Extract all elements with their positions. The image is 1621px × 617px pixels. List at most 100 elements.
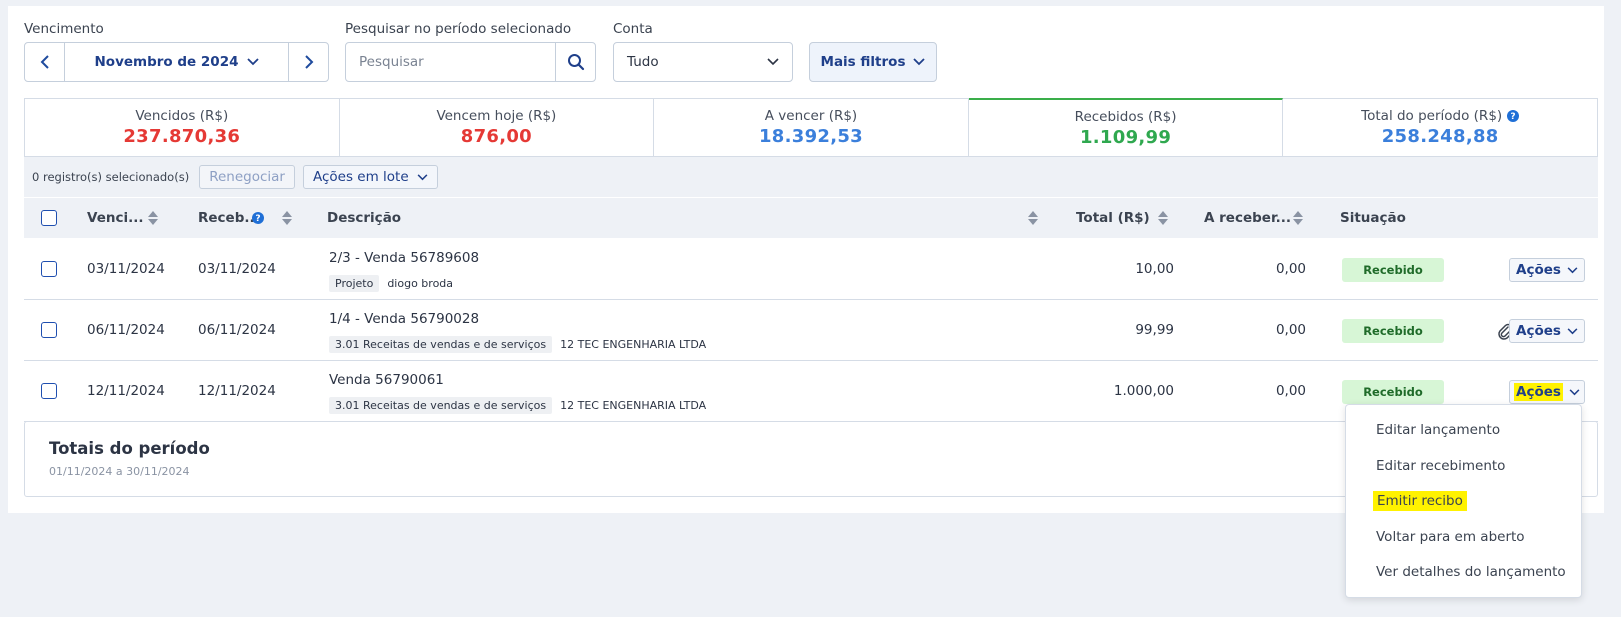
mais-filtros-button[interactable]: Mais filtros [809,42,937,82]
acoes-label: Ações [1514,383,1563,401]
row-tags: 3.01 Receitas de vendas e de serviços 12… [329,336,706,353]
chevron-down-icon [1567,327,1578,334]
card-label: Total do período (R$) [1361,108,1503,124]
status-badge: Recebido [1342,380,1444,404]
category-tag: 3.01 Receitas de vendas e de serviços [329,336,553,353]
status-badge: Recebido [1342,319,1444,343]
row-descricao: Venda 56790061 [329,372,444,388]
row-vencimento: 12/11/2024 [87,383,165,399]
acoes-em-lote-button[interactable]: Ações em lote [302,165,438,189]
renegociar-button[interactable]: Renegociar [199,165,295,189]
row-checkbox[interactable] [41,261,57,277]
table-row[interactable]: 06/11/2024 06/11/2024 1/4 - Venda 567900… [24,300,1598,361]
card-recebidos[interactable]: Recebidos (R$) 1.109,99 [968,98,1284,156]
svg-text:?: ? [255,214,260,224]
menu-item-emitir-recibo[interactable]: Emitir recibo [1373,491,1467,511]
search-button[interactable] [555,43,595,81]
selected-count: 0 registro(s) selecionado(s) [32,170,190,184]
chevron-down-icon [246,58,259,66]
totais-title: Totais do período [49,439,210,458]
row-descricao: 2/3 - Venda 56789608 [329,250,480,266]
card-value: 258.248,88 [1381,126,1499,147]
next-period-button[interactable] [288,43,328,81]
menu-item-editar-recebimento[interactable]: Editar recebimento [1376,458,1505,474]
help-icon[interactable]: ? [252,212,264,224]
row-a-receber: 0,00 [1275,261,1306,277]
card-total-periodo[interactable]: Total do período (R$) ? 258.248,88 [1283,99,1597,156]
row-a-receber: 0,00 [1275,383,1306,399]
card-label: Vencidos (R$) [135,108,229,124]
card-label: Recebidos (R$) [1074,108,1177,125]
row-tags: 3.01 Receitas de vendas e de serviços 12… [329,397,706,414]
acoes-label: Ações [1516,323,1561,339]
card-label: Vencem hoje (R$) [436,108,557,124]
select-all-checkbox[interactable] [41,210,57,226]
header-total[interactable]: Total (R$) [1076,198,1150,238]
category-tag: Projeto [329,275,380,292]
chevron-left-icon [40,55,49,69]
row-checkbox[interactable] [41,322,57,338]
acoes-label: Ações [1516,262,1561,278]
sort-icon[interactable] [1158,210,1170,226]
sort-icon[interactable] [1293,210,1305,226]
row-recebimento: 06/11/2024 [198,322,276,338]
row-total: 1.000,00 [1113,383,1174,399]
card-value: 876,00 [460,126,533,147]
menu-item-editar-lancamento[interactable]: Editar lançamento [1376,422,1500,438]
svg-text:?: ? [1511,112,1516,122]
row-recebimento: 03/11/2024 [198,261,276,277]
search-label: Pesquisar no período selecionado [345,21,572,37]
chevron-down-icon [1567,266,1578,273]
sort-icon[interactable] [1028,210,1040,226]
acoes-button[interactable]: Ações [1509,380,1585,404]
acoes-button[interactable]: Ações [1509,319,1585,343]
header-a-receber[interactable]: A receber... [1204,198,1291,238]
row-vencimento: 06/11/2024 [87,322,165,338]
acoes-dropdown-menu: Editar lançamento Editar recebimento Emi… [1345,404,1582,598]
acoes-button[interactable]: Ações [1509,258,1585,282]
header-recebimento[interactable]: Receb... [198,198,260,238]
sort-icon[interactable] [148,210,160,226]
card-a-vencer[interactable]: A vencer (R$) 18.392,53 [654,99,969,156]
row-total: 10,00 [1135,261,1174,277]
card-label: A vencer (R$) [764,108,858,124]
chevron-down-icon [913,58,926,66]
chevron-right-icon [304,55,313,69]
acoes-em-lote-label: Ações em lote [312,169,409,185]
summary-cards: Vencidos (R$) 237.870,36 Vencem hoje (R$… [24,98,1598,157]
header-descricao[interactable]: Descrição [327,198,401,238]
table-row[interactable]: 03/11/2024 03/11/2024 2/3 - Venda 567896… [24,239,1598,300]
conta-value: Tudo [627,54,659,70]
row-a-receber: 0,00 [1275,322,1306,338]
sort-icon[interactable] [282,210,294,226]
category-tag: 3.01 Receitas de vendas e de serviços [329,397,553,414]
chevron-down-icon [417,173,428,180]
card-vencem-hoje[interactable]: Vencem hoje (R$) 876,00 [340,99,655,156]
vencimento-label: Vencimento [24,21,104,37]
card-value: 237.870,36 [123,126,241,147]
row-total: 99,99 [1135,322,1174,338]
conta-select[interactable]: Tudo [613,42,793,82]
search-input[interactable] [346,43,555,81]
chevron-down-icon [1569,388,1580,395]
card-value: 1.109,99 [1079,126,1172,148]
prev-period-button[interactable] [25,43,65,81]
search-box [345,42,596,82]
row-checkbox[interactable] [41,383,57,399]
menu-item-ver-detalhes[interactable]: Ver detalhes do lançamento [1376,564,1566,580]
batch-toolbar: 0 registro(s) selecionado(s) Renegociar … [24,157,1598,197]
header-situacao: Situação [1340,210,1406,226]
client-name: 12 TEC ENGENHARIA LTDA [560,399,707,412]
period-dropdown[interactable]: Novembro de 2024 [65,54,288,70]
menu-item-voltar-em-aberto[interactable]: Voltar para em aberto [1376,529,1525,545]
search-icon [567,54,584,71]
card-value: 18.392,53 [758,126,863,147]
row-recebimento: 12/11/2024 [198,383,276,399]
help-icon[interactable]: ? [1507,110,1520,122]
period-selector: Novembro de 2024 [24,42,329,82]
card-vencidos[interactable]: Vencidos (R$) 237.870,36 [25,99,340,156]
row-descricao: 1/4 - Venda 56790028 [329,311,480,327]
header-vencimento[interactable]: Venci... [87,198,144,238]
table-header: Venci... Receb... ? Descrição Total (R$)… [24,198,1598,238]
row-vencimento: 03/11/2024 [87,261,165,277]
